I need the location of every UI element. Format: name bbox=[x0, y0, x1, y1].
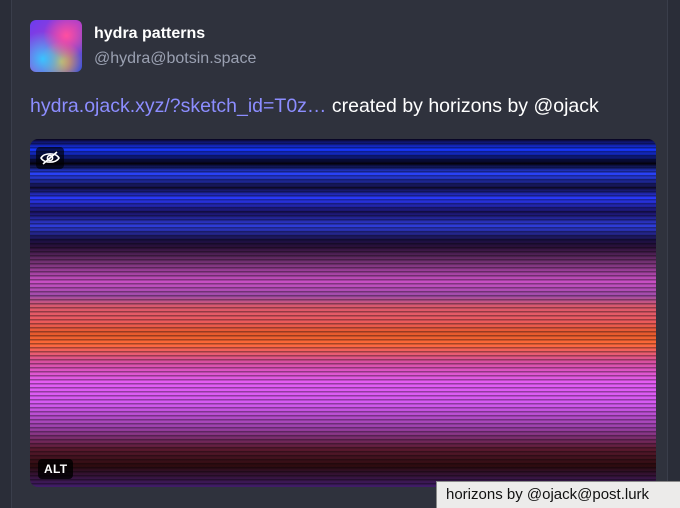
status-content: hydra.ojack.xyz/?sketch_id=T0z… created … bbox=[30, 95, 599, 118]
alt-badge[interactable]: ALT bbox=[38, 459, 74, 479]
account-handle[interactable]: @hydra@botsin.space bbox=[94, 50, 256, 68]
avatar[interactable] bbox=[30, 20, 82, 72]
display-name[interactable]: hydra patterns bbox=[94, 25, 205, 43]
status-link[interactable]: hydra.ojack.xyz/?sketch_id=T0z… bbox=[30, 95, 326, 117]
alt-text-tooltip: horizons by @ojack@post.lurk bbox=[436, 481, 680, 508]
hide-media-button[interactable] bbox=[36, 147, 64, 169]
eye-slash-icon bbox=[40, 151, 60, 165]
media-image-pattern bbox=[30, 139, 656, 487]
status-text: created by horizons by @ojack bbox=[326, 95, 599, 117]
status-card: hydra patterns @hydra@botsin.space hydra… bbox=[11, 0, 668, 508]
media-attachment[interactable]: ALT bbox=[30, 139, 656, 487]
